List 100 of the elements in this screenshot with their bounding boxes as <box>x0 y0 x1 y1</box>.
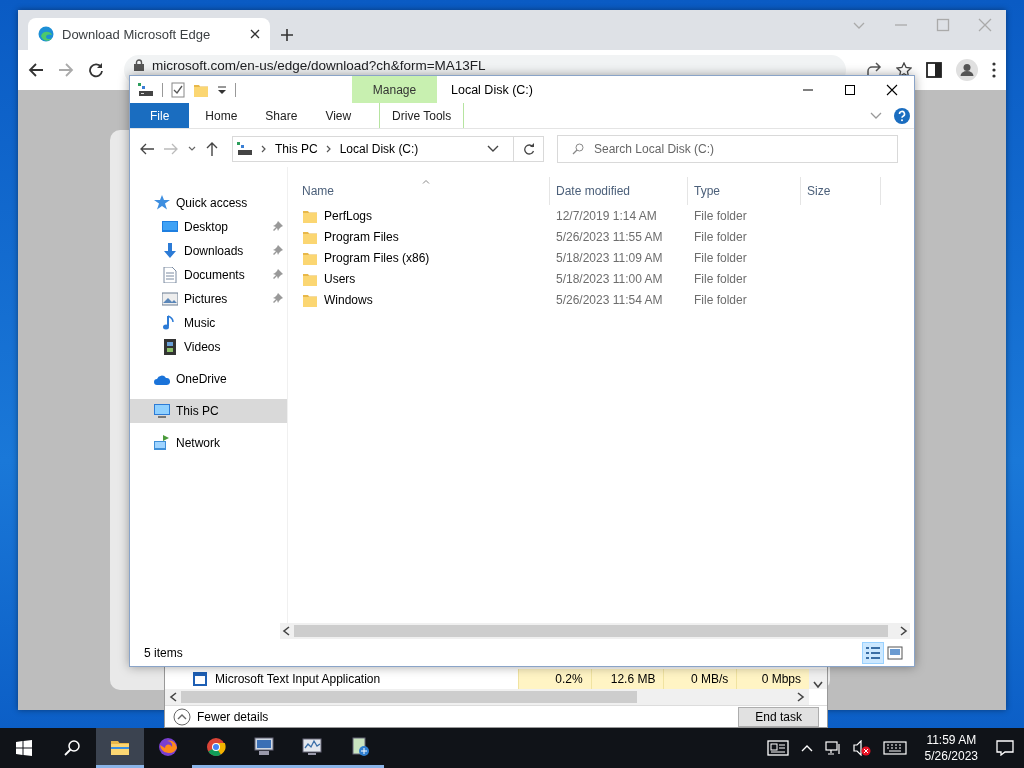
start-icon[interactable] <box>16 740 32 756</box>
fewer-details-link[interactable]: Fewer details <box>197 709 269 724</box>
table-cell-text: File folder <box>693 292 748 307</box>
scroll-right-icon <box>797 692 805 702</box>
refresh-button[interactable] <box>514 136 544 162</box>
file-name[interactable]: Windows <box>288 291 550 308</box>
network-icon <box>154 435 170 451</box>
reload-icon[interactable] <box>88 62 104 78</box>
nav-item[interactable]: Documents <box>130 263 287 287</box>
collapse-icon[interactable] <box>173 707 191 726</box>
avatar-icon[interactable] <box>956 59 978 81</box>
chart-monitor-icon <box>302 736 322 757</box>
process-name: Microsoft Text Input Application <box>215 672 381 686</box>
drive-icon[interactable] <box>138 82 154 97</box>
file-name[interactable]: Program Files (x86) <box>288 249 550 266</box>
nav-item[interactable]: Network <box>130 431 287 455</box>
breadcrumb-item[interactable]: This PC <box>275 142 318 156</box>
nav-item[interactable]: Quick access <box>130 191 287 215</box>
speaker-muted-icon[interactable] <box>852 740 871 756</box>
refresh-icon <box>522 143 535 155</box>
nav-item[interactable]: Downloads <box>130 239 287 263</box>
address-bar[interactable]: This PC Local Disk (C:) <box>232 136 514 162</box>
column-header[interactable]: Name <box>288 177 550 205</box>
nav-item[interactable]: This PC <box>130 399 287 423</box>
monitor-icon <box>162 219 178 235</box>
file-name[interactable]: Program Files <box>288 228 550 245</box>
breadcrumb-item[interactable]: Local Disk (C:) <box>339 142 419 156</box>
table-cell: 0.2% <box>517 669 591 689</box>
lock-icon <box>134 59 144 71</box>
close-icon[interactable] <box>886 83 898 96</box>
ribbon-tab[interactable]: File <box>130 103 190 128</box>
table-cell: 0 MB/s <box>663 669 737 689</box>
ribbon-tab[interactable]: Home <box>191 103 252 128</box>
file-name[interactable]: Users <box>288 270 550 287</box>
column-header[interactable]: Date modified <box>550 177 688 205</box>
file-name[interactable]: PerfLogs <box>288 207 550 224</box>
chevron-up-icon[interactable] <box>800 744 813 752</box>
table-cell-text: 5/26/2023 11:55 AM <box>555 229 664 244</box>
table-cell-text: 5/18/2023 11:09 AM <box>555 250 664 265</box>
star-icon[interactable] <box>896 62 912 78</box>
search-icon <box>572 143 584 155</box>
context-tab-group[interactable]: Manage <box>352 76 437 103</box>
column-header[interactable]: Type <box>688 177 801 205</box>
expand-ribbon-icon[interactable] <box>870 111 882 120</box>
scroll-down-icon[interactable] <box>813 681 823 689</box>
column-header[interactable]: Size <box>801 177 881 205</box>
document-icon <box>162 267 178 283</box>
nav-item[interactable]: Videos <box>130 335 287 359</box>
end-task-button[interactable]: End task <box>738 706 819 727</box>
table-cell-text: 5/26/2023 11:54 AM <box>555 292 664 307</box>
notifications-icon[interactable] <box>996 740 1014 756</box>
details-view-icon <box>865 644 881 661</box>
help-icon[interactable] <box>894 107 910 124</box>
keyboard-icon[interactable] <box>882 741 907 755</box>
search-field[interactable]: Search Local Disk (C:) <box>557 135 898 163</box>
table-cell-text: 12/7/2019 1:14 AM <box>555 208 658 223</box>
star-icon <box>154 195 170 211</box>
customize-dropdown-icon[interactable] <box>217 84 227 95</box>
nav-item[interactable]: Desktop <box>130 215 287 239</box>
back-icon[interactable] <box>28 62 44 78</box>
ring-logo-icon <box>206 736 226 757</box>
share-icon[interactable] <box>866 62 882 78</box>
monitor-icon <box>154 403 170 419</box>
ribbon-tab[interactable]: Drive Tools <box>379 103 465 128</box>
tab-title: Download Microsoft Edge <box>62 26 211 42</box>
fox-globe-icon <box>158 736 178 757</box>
monitor-icon <box>254 736 274 757</box>
edge-logo-icon <box>38 26 54 42</box>
new-tab-icon[interactable] <box>280 28 294 42</box>
nav-item[interactable]: Music <box>130 311 287 335</box>
menu-icon[interactable] <box>992 62 996 78</box>
horizontal-scrollbar[interactable] <box>280 623 910 639</box>
table-cell-text: File folder <box>693 271 748 286</box>
table-cell-text: 5/18/2023 11:00 AM <box>555 271 664 286</box>
history-dropdown-icon[interactable] <box>487 145 499 153</box>
item-count: 5 items <box>144 645 183 660</box>
network-icon[interactable] <box>824 740 841 756</box>
back-icon[interactable] <box>140 143 154 155</box>
recent-dropdown-icon[interactable] <box>188 146 196 152</box>
nav-item[interactable]: Pictures <box>130 287 287 311</box>
sidebar-icon[interactable] <box>926 62 942 78</box>
picture-icon <box>162 291 178 307</box>
table-cell: 0 Mbps <box>736 669 810 689</box>
nav-item[interactable]: OneDrive <box>130 367 287 391</box>
chevron-right-icon <box>325 145 332 153</box>
ribbon-tab[interactable]: Share <box>251 103 312 128</box>
up-icon[interactable] <box>206 142 218 156</box>
ribbon-tab[interactable]: View <box>311 103 366 128</box>
properties-icon[interactable] <box>171 81 185 98</box>
sort-ascending-icon <box>422 179 430 184</box>
clock[interactable]: 11:59 AM 5/26/2023 <box>918 732 984 764</box>
app-window-icon <box>193 672 207 686</box>
close-icon[interactable] <box>250 29 260 39</box>
browser-tab[interactable]: Download Microsoft Edge <box>28 18 270 50</box>
search-icon[interactable] <box>64 740 80 756</box>
view-button[interactable] <box>862 641 884 664</box>
taskbar-app[interactable] <box>96 728 144 768</box>
maximize-icon[interactable] <box>844 83 856 96</box>
horizontal-scrollbar[interactable] <box>165 689 809 705</box>
news-icon[interactable] <box>766 740 789 756</box>
